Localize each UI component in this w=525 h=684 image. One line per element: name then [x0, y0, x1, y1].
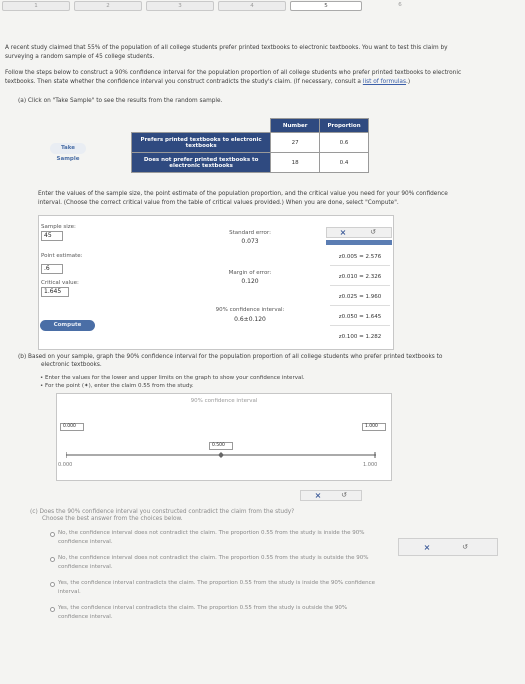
- intro-text: textbooks. Then state whether the confid…: [5, 79, 361, 85]
- option-radio-1[interactable]: [50, 532, 55, 537]
- intro-line-3: Follow the steps below to construct a 90…: [5, 70, 462, 76]
- row-proportion: 0.6: [319, 132, 369, 153]
- undo-icon[interactable]: ↺: [366, 227, 380, 238]
- row-label: Prefers printed textbooks to electronic …: [130, 132, 272, 153]
- critical-value-item: z0.050 = 1.645: [338, 314, 382, 320]
- close-icon[interactable]: ×: [336, 227, 350, 238]
- close-icon[interactable]: ×: [420, 542, 434, 553]
- tab-label: 6: [398, 2, 402, 8]
- margin-label: Margin of error:: [228, 270, 272, 276]
- interval-label: 90% confidence interval:: [215, 307, 285, 313]
- tab-5[interactable]: 5: [290, 1, 362, 11]
- tab-label: 2: [106, 3, 110, 9]
- critical-value-label: Critical value:: [41, 280, 79, 286]
- table-row: Prefers printed textbooks to electronic …: [130, 132, 369, 153]
- graph-toolbar: [300, 490, 362, 501]
- part-b-prompt-2: electronic textbooks.: [41, 362, 102, 368]
- option-text: Yes, the confidence interval contradicts…: [58, 605, 348, 611]
- instructions-1: Enter the values of the sample size, the…: [38, 191, 448, 197]
- option-radio-2[interactable]: [50, 557, 55, 562]
- number-line[interactable]: [65, 452, 376, 458]
- option-text: No, the confidence interval does not con…: [58, 530, 365, 536]
- bullet-2: • For the point (✦), enter the claim 0.5…: [40, 383, 194, 389]
- bullet-text: For the point (✦), enter the claim 0.55 …: [45, 383, 194, 389]
- intro-line-1: A recent study claimed that 55% of the p…: [5, 45, 448, 51]
- standard-error-value: 0.073: [241, 238, 259, 245]
- critical-value-item: z0.010 = 2.326: [338, 274, 382, 280]
- tab-3[interactable]: 3: [146, 1, 214, 11]
- divider: [330, 285, 390, 286]
- row-proportion: 0.4: [319, 152, 369, 173]
- axis-min-label: 0.000: [58, 462, 73, 468]
- option-radio-4[interactable]: [50, 607, 55, 612]
- option-text: Yes, the confidence interval contradicts…: [58, 580, 375, 586]
- table-row: Does not prefer printed textbooks to ele…: [130, 152, 369, 173]
- bullet-text: Enter the values for the lower and upper…: [45, 375, 305, 381]
- take-sample-button[interactable]: Take Sample: [50, 143, 86, 162]
- step-tabs: 1 2 3 4 5 6: [0, 0, 525, 12]
- formula-link[interactable]: list of formulas: [363, 79, 406, 85]
- tab-1[interactable]: 1: [2, 1, 70, 11]
- tab-6[interactable]: 6: [366, 1, 434, 11]
- upper-limit-input[interactable]: 1.000: [362, 423, 386, 431]
- sample-size-label: Sample size:: [41, 224, 76, 230]
- undo-icon[interactable]: ↺: [458, 542, 472, 553]
- claim-point-input[interactable]: 0.500: [209, 442, 233, 450]
- tab-label: 4: [250, 3, 254, 9]
- tab-label: 3: [178, 3, 182, 9]
- standard-error-label: Standard error:: [229, 230, 271, 236]
- option-text: confidence interval.: [58, 538, 113, 545]
- part-a-prompt: (a) Click on "Take Sample" to see the re…: [18, 98, 223, 104]
- option-text: interval.: [58, 588, 81, 595]
- tab-4[interactable]: 4: [218, 1, 286, 11]
- header-number: Number: [270, 118, 321, 133]
- critical-table-header: [326, 240, 392, 245]
- tab-label: 1: [34, 3, 38, 9]
- number-line-svg: [65, 452, 376, 458]
- divider: [330, 305, 390, 306]
- option-1[interactable]: No, the confidence interval does not con…: [58, 529, 388, 546]
- close-icon[interactable]: ×: [311, 490, 325, 501]
- option-radio-3[interactable]: [50, 582, 55, 587]
- instructions-2: interval. (Choose the correct critical v…: [38, 200, 399, 206]
- row-number: 27: [270, 132, 321, 153]
- option-2[interactable]: No, the confidence interval does not con…: [58, 554, 388, 571]
- option-4[interactable]: Yes, the confidence interval contradicts…: [58, 604, 388, 621]
- critical-value-item: z0.025 = 1.960: [338, 294, 382, 300]
- intro-line-4: textbooks. Then state whether the confid…: [5, 78, 520, 87]
- option-text: confidence interval.: [58, 563, 113, 570]
- row-label: Does not prefer printed textbooks to ele…: [130, 152, 272, 173]
- point-estimate-label: Point estimate:: [41, 253, 83, 259]
- divider: [330, 265, 390, 266]
- lower-limit-input[interactable]: 0.000: [60, 423, 84, 431]
- interval-value: 0.6±0.120: [234, 316, 266, 323]
- axis-max-label: 1.000: [363, 462, 378, 468]
- answer-toolbar: [398, 538, 498, 556]
- margin-value: 0.120: [241, 278, 259, 285]
- divider: [330, 325, 390, 326]
- table-corner: [132, 119, 271, 133]
- option-3[interactable]: Yes, the confidence interval contradicts…: [58, 579, 388, 596]
- intro-line-2: surveying a random sample of 45 college …: [5, 54, 155, 60]
- part-c-prompt-2: Choose the best answer from the choices …: [42, 516, 183, 522]
- critical-value-input[interactable]: 1.645: [41, 287, 69, 297]
- graph-panel: [56, 393, 392, 481]
- critical-value-item: z0.005 = 2.576: [338, 254, 382, 260]
- point-estimate-input[interactable]: .6: [41, 264, 63, 274]
- option-text: confidence interval.: [58, 613, 113, 620]
- graph-title: 90% confidence interval: [190, 398, 258, 404]
- critical-value-item: z0.100 = 1.282: [338, 334, 382, 340]
- bullet-1: • Enter the values for the lower and upp…: [40, 375, 305, 381]
- tab-label: 5: [324, 3, 328, 9]
- sample-table: Number Proportion Prefers printed textbo…: [130, 118, 369, 173]
- tab-2[interactable]: 2: [74, 1, 142, 11]
- header-proportion: Proportion: [319, 118, 369, 133]
- sample-size-input[interactable]: 45: [41, 231, 63, 241]
- compute-button[interactable]: Compute: [40, 320, 95, 331]
- row-number: 18: [270, 152, 321, 173]
- option-text: No, the confidence interval does not con…: [58, 555, 369, 561]
- intro-end: .): [406, 79, 411, 85]
- undo-icon[interactable]: ↺: [337, 490, 351, 501]
